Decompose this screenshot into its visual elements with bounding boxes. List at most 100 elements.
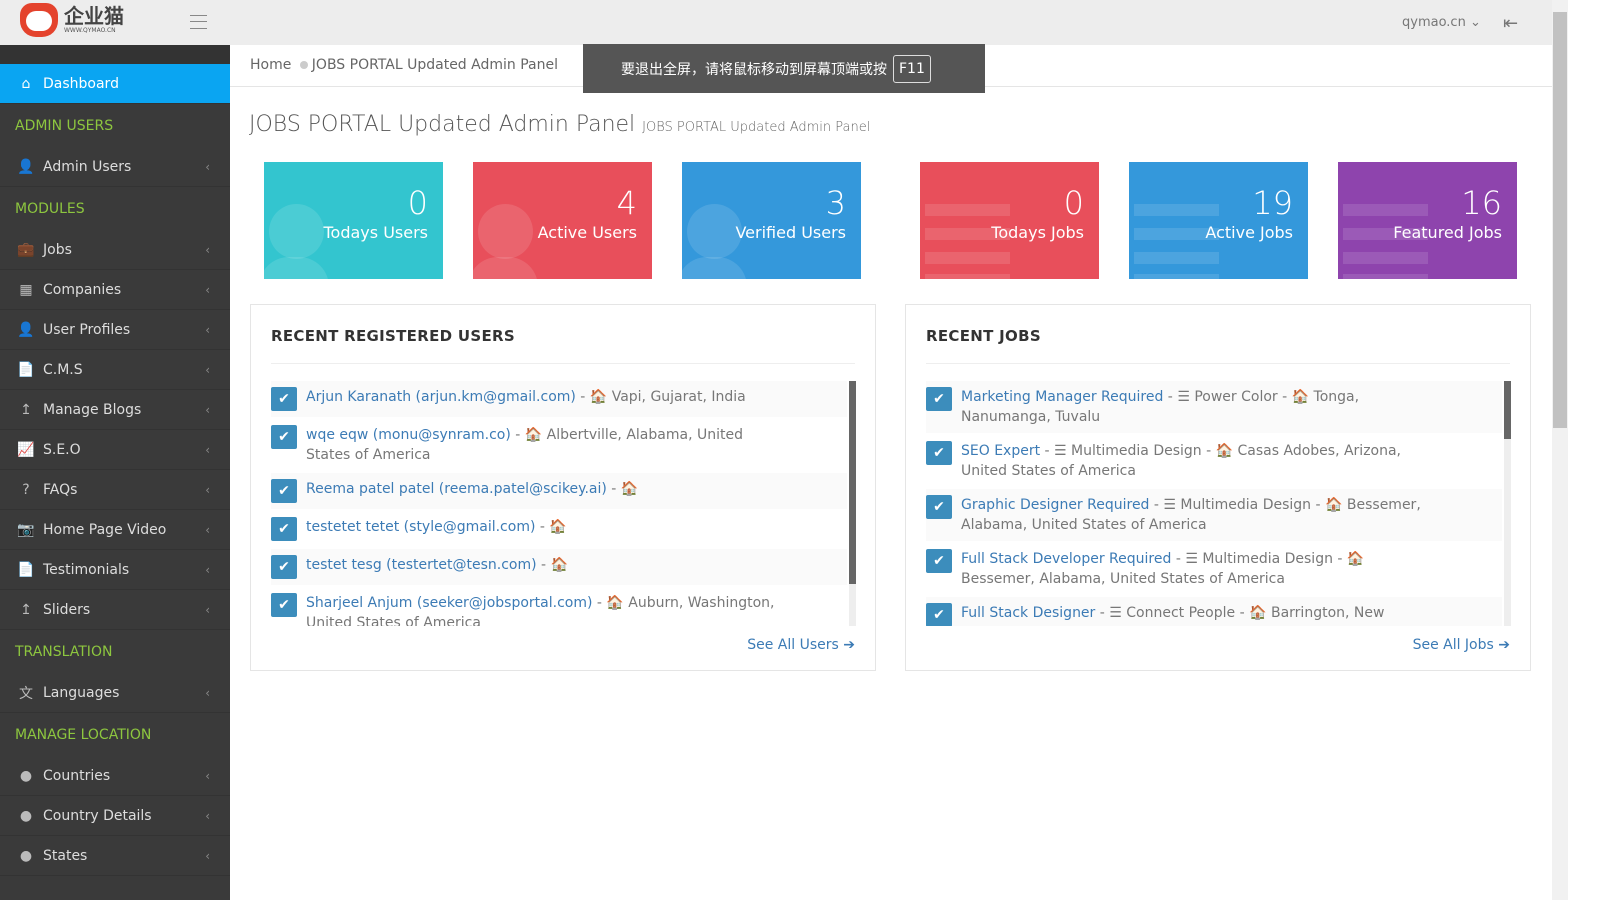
page-subtitle: JOBS PORTAL Updated Admin Panel	[642, 120, 871, 135]
arrow-circle-right-icon: ➔	[843, 637, 855, 653]
list-icon: ☰	[1109, 605, 1122, 621]
list-icon-bar	[925, 252, 1010, 264]
home-icon: 🏠	[550, 557, 568, 573]
user-link[interactable]: Sharjeel Anjum (seeker@jobsportal.com)	[306, 595, 592, 611]
sidebar-item-countries[interactable]: ● Countries ‹	[0, 756, 230, 796]
stat-card[interactable]: 0 Todays Users	[264, 162, 443, 279]
job-link[interactable]: Full Stack Developer Required	[961, 551, 1171, 567]
check-icon: ✔	[926, 387, 952, 411]
job-link[interactable]: Graphic Designer Required	[961, 497, 1149, 513]
user-link[interactable]: Reema patel patel (reema.patel@scikey.ai…	[306, 481, 607, 497]
list-item: ✔ SEO Expert - ☰ Multimedia Design - 🏠 Ca…	[926, 435, 1502, 489]
logo[interactable]: 企业猫 WWW.QYMAO.CN	[20, 3, 124, 37]
user-icon	[269, 204, 324, 259]
see-all-jobs-link[interactable]: See All Jobs ➔	[1413, 637, 1510, 653]
sidebar-icon: 👤	[17, 158, 35, 175]
logo-text: 企业猫	[64, 4, 124, 28]
stat-card[interactable]: 4 Active Users	[473, 162, 652, 279]
panel-title: RECENT REGISTERED USERS	[271, 327, 515, 345]
sidebar-item-s-e-o[interactable]: 📈 S.E.O ‹	[0, 430, 230, 470]
check-icon: ✔	[271, 517, 297, 541]
list-item: ✔ Reema patel patel (reema.patel@scikey.a…	[271, 473, 847, 511]
sidebar-icon: ↥	[20, 401, 32, 418]
scrollbar-thumb[interactable]	[1553, 12, 1567, 428]
see-all-users-link[interactable]: See All Users ➔	[747, 637, 855, 653]
user-icon-body	[682, 257, 747, 279]
user-link[interactable]: wqe eqw (monu@synram.co)	[306, 427, 511, 443]
job-link[interactable]: Marketing Manager Required	[961, 389, 1163, 405]
sidebar-item-manage-blogs[interactable]: ↥ Manage Blogs ‹	[0, 390, 230, 430]
sidebar-item-dashboard[interactable]: ⌂ Dashboard	[0, 64, 230, 104]
sidebar-item-admin-users[interactable]: 👤 Admin Users ‹	[0, 147, 230, 187]
stat-label: Todays Users	[323, 223, 429, 242]
list-icon-bar	[1343, 204, 1428, 216]
sidebar-item-states[interactable]: ● States ‹	[0, 836, 230, 876]
check-icon: ✔	[271, 555, 297, 579]
list-icon: ☰	[1054, 443, 1067, 459]
list-icon-bar	[1134, 274, 1219, 279]
sidebar-item-label: Dashboard	[43, 75, 119, 92]
panel-title: RECENT JOBS	[926, 327, 1041, 345]
sidebar-item-label: Sliders	[43, 601, 91, 618]
stat-card[interactable]: 0 Todays Jobs	[920, 162, 1099, 279]
sidebar-item-country-details[interactable]: ● Country Details ‹	[0, 796, 230, 836]
list-icon: ☰	[1163, 497, 1176, 513]
job-link[interactable]: Full Stack Designer	[961, 605, 1095, 621]
sidebar-item-languages[interactable]: 文 Languages ‹	[0, 673, 230, 713]
stat-label: Active Jobs	[1205, 223, 1293, 242]
logout-icon[interactable]: ⇤	[1503, 13, 1518, 34]
user-icon	[687, 204, 742, 259]
stat-card[interactable]: 16 Featured Jobs	[1338, 162, 1517, 279]
sidebar-icon: 文	[19, 685, 33, 702]
home-icon: 🏠	[606, 595, 624, 611]
list-scrollbar[interactable]	[1504, 381, 1511, 626]
chevron-left-icon: ‹	[205, 602, 210, 617]
sidebar-item-home-page-video[interactable]: 📷 Home Page Video ‹	[0, 510, 230, 550]
list-icon: ☰	[1185, 551, 1198, 567]
stat-label: Active Users	[537, 223, 637, 242]
job-link[interactable]: SEO Expert	[961, 443, 1040, 459]
chevron-left-icon: ‹	[205, 482, 210, 497]
user-link[interactable]: testet tesg (testertet@tesn.com)	[306, 557, 537, 573]
arrow-circle-right-icon: ➔	[1498, 637, 1510, 653]
stat-card[interactable]: 3 Verified Users	[682, 162, 861, 279]
stat-label: Featured Jobs	[1393, 223, 1502, 242]
check-icon: ✔	[271, 593, 297, 617]
sidebar-icon: 📈	[17, 441, 35, 458]
sidebar-item-testimonials[interactable]: 📄 Testimonials ‹	[0, 550, 230, 590]
sidebar-item-label: Country Details	[43, 807, 152, 824]
home-icon: 🏠	[549, 519, 567, 535]
sidebar-item-faqs[interactable]: ? FAQs ‹	[0, 470, 230, 510]
check-icon: ✔	[926, 603, 952, 626]
menu-toggle-icon[interactable]	[190, 15, 207, 29]
sidebar-item-c-m-s[interactable]: 📄 C.M.S ‹	[0, 350, 230, 390]
breadcrumb-current: JOBS PORTAL Updated Admin Panel	[311, 57, 558, 73]
recent-users-panel: RECENT REGISTERED USERS ✔ Arjun Karanath …	[250, 304, 876, 671]
sidebar-item-companies[interactable]: ▦ Companies ‹	[0, 270, 230, 310]
sidebar-item-sliders[interactable]: ↥ Sliders ‹	[0, 590, 230, 630]
list-scrollbar[interactable]	[849, 381, 856, 626]
link-text: See All Jobs	[1412, 637, 1494, 653]
chevron-left-icon: ‹	[205, 362, 210, 377]
breadcrumb-home[interactable]: Home	[250, 57, 291, 73]
page-title: JOBS PORTAL Updated Admin Panel JOBS POR…	[249, 112, 870, 137]
check-icon: ✔	[926, 441, 952, 465]
chevron-left-icon: ‹	[205, 685, 210, 700]
sidebar-icon: ↥	[20, 601, 32, 618]
user-menu[interactable]: qymao.cn ⌄	[1402, 15, 1481, 30]
sidebar-item-label: FAQs	[43, 481, 78, 498]
sidebar-item-user-profiles[interactable]: 👤 User Profiles ‹	[0, 310, 230, 350]
list-icon-bar	[925, 274, 1010, 279]
check-icon: ✔	[271, 425, 297, 449]
chevron-left-icon: ‹	[205, 522, 210, 537]
users-list: ✔ Arjun Karanath (arjun.km@gmail.com) - 🏠…	[271, 381, 856, 626]
user-link[interactable]: Arjun Karanath (arjun.km@gmail.com)	[306, 389, 576, 405]
link-text: See All Users	[747, 637, 839, 653]
sidebar-item-label: Companies	[43, 281, 122, 298]
sidebar-item-jobs[interactable]: 💼 Jobs ‹	[0, 230, 230, 270]
chevron-left-icon: ‹	[205, 402, 210, 417]
user-link[interactable]: testetet tetet (style@gmail.com)	[306, 519, 535, 535]
stat-value: 16	[1461, 184, 1502, 222]
stat-card[interactable]: 19 Active Jobs	[1129, 162, 1308, 279]
page-scrollbar[interactable]	[1552, 0, 1568, 900]
